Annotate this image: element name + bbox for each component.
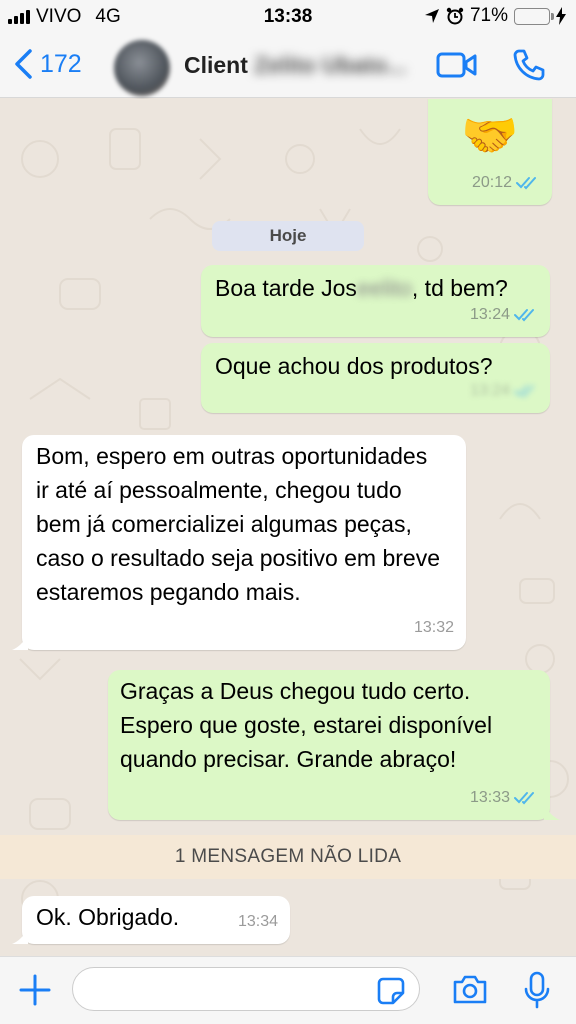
status-right: 71% xyxy=(424,5,566,27)
sticker-icon[interactable] xyxy=(377,977,405,1005)
day-divider: Hoje xyxy=(212,221,364,251)
message-bubble-outgoing[interactable]: Boa tarde Joseelito, td bem? 13:24 xyxy=(201,265,550,337)
message-meta: 20:12 xyxy=(472,166,540,200)
message-text-blurred: eelito xyxy=(356,275,412,301)
read-receipt-icon xyxy=(516,177,536,190)
back-button[interactable]: 172 xyxy=(12,48,82,80)
location-icon xyxy=(424,9,439,23)
video-call-icon[interactable] xyxy=(436,50,478,80)
battery-icon xyxy=(514,7,554,25)
message-meta: 13:24 xyxy=(470,374,538,408)
unread-messages-banner: 1 MENSAGEM NÃO LIDA xyxy=(0,835,576,879)
message-bubble-outgoing[interactable]: 🤝 20:12 xyxy=(428,99,552,205)
contact-avatar[interactable] xyxy=(114,40,170,96)
message-bubble-outgoing[interactable]: Oque achou dos produtos? 13:24 xyxy=(201,343,550,413)
charging-icon xyxy=(556,7,566,25)
battery-percent: 71% xyxy=(469,5,508,26)
contact-name-blurred: Zelito Ubato... xyxy=(254,52,407,78)
plus-icon[interactable] xyxy=(18,973,52,1007)
contact-name-visible: Client xyxy=(184,52,255,78)
contact-name[interactable]: Client Zelito Ubato... xyxy=(184,52,406,79)
message-meta: 13:34 xyxy=(238,905,278,939)
message-bubble-outgoing[interactable]: Graças a Deus chegou tudo certo. Espero … xyxy=(108,670,560,820)
message-bubble-incoming[interactable]: Bom, espero em outras oportunidades ir a… xyxy=(12,435,466,650)
message-time: 13:24 xyxy=(469,382,510,399)
read-receipt-icon xyxy=(514,792,534,805)
message-input[interactable] xyxy=(72,967,420,1011)
alarm-icon xyxy=(446,7,464,25)
message-meta: 13:32 xyxy=(414,611,454,645)
message-time: 13:24 xyxy=(469,306,510,323)
chat-header: 172 Client Zelito Ubato... xyxy=(0,34,576,98)
chat-area[interactable]: 🤝 20:12 Hoje Boa tarde Joseelito, td bem… xyxy=(0,99,576,956)
bubble-tail xyxy=(12,634,28,650)
message-input-bar xyxy=(0,956,576,1024)
message-text: Graças a Deus chegou tudo certo. Espero … xyxy=(120,678,493,772)
message-time: 13:33 xyxy=(469,789,510,806)
bubble-tail xyxy=(544,804,560,820)
message-time: 13:34 xyxy=(237,913,278,930)
back-count: 172 xyxy=(40,49,82,78)
message-text: Bom, espero em outras oportunidades ir a… xyxy=(36,443,440,605)
chevron-left-icon xyxy=(15,49,32,79)
message-time: 13:32 xyxy=(413,619,454,636)
message-meta: 13:33 xyxy=(470,781,538,815)
handshake-emoji: 🤝 xyxy=(461,109,519,161)
camera-icon[interactable] xyxy=(452,973,488,1005)
read-receipt-icon xyxy=(514,309,534,322)
status-bar: VIVO 4G 13:38 71% xyxy=(0,0,576,34)
message-bubble-incoming[interactable]: Ok. Obrigado. 13:34 xyxy=(12,896,290,944)
message-text-visible: Boa tarde Jos xyxy=(215,275,357,301)
bubble-tail xyxy=(12,928,28,944)
message-time: 20:12 xyxy=(471,174,512,191)
message-meta: 13:24 xyxy=(470,298,538,332)
phone-call-icon[interactable] xyxy=(512,48,546,82)
read-receipt-icon xyxy=(514,385,534,398)
microphone-icon[interactable] xyxy=(524,971,550,1009)
